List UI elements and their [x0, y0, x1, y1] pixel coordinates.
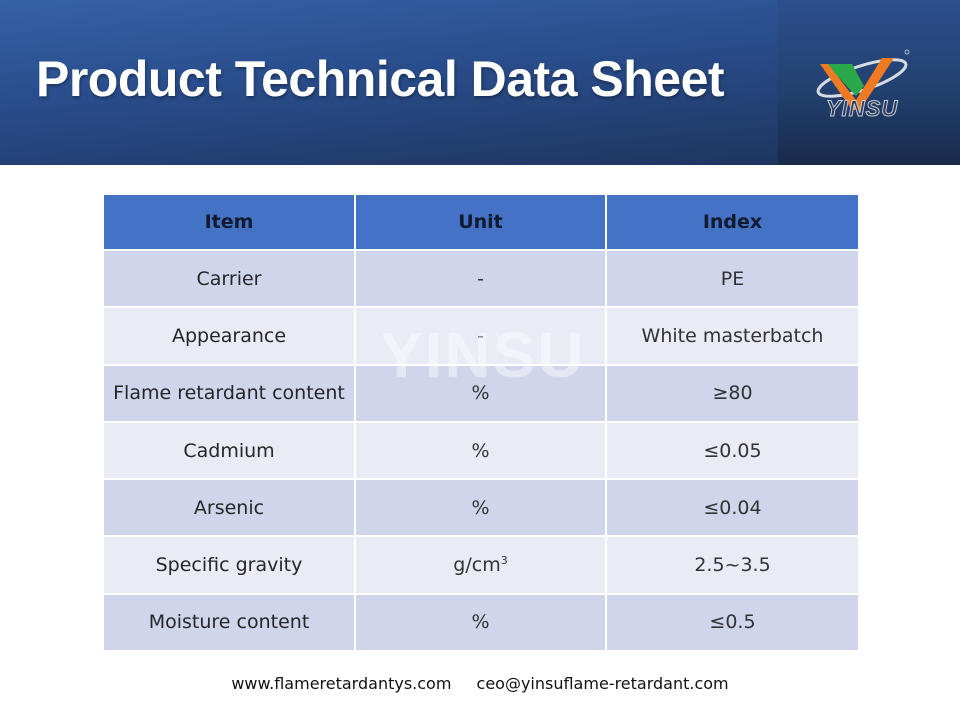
unit-base: g/cm	[453, 554, 501, 577]
logo-text: YINSU	[825, 96, 899, 122]
page-title: Product Technical Data Sheet	[36, 51, 725, 107]
index-cell: ≥80	[605, 363, 860, 423]
unit-cell: %	[354, 363, 607, 423]
unit-cell: g/cm3	[354, 535, 607, 595]
website-link[interactable]: www.flameretardantys.com	[231, 674, 451, 693]
index-cell: 2.5~3.5	[605, 535, 860, 595]
item-cell: Appearance	[102, 306, 356, 366]
email-link[interactable]: ceo@yinsuflame-retardant.com	[477, 674, 729, 693]
item-cell: Carrier	[102, 248, 356, 309]
table-header-row: Item Unit Index	[102, 193, 860, 251]
header-banner: Product Technical Data Sheet YINSU	[0, 0, 960, 165]
unit-cell: %	[354, 420, 607, 481]
column-header-unit: Unit	[354, 193, 607, 251]
table-row: Appearance - White masterbatch	[102, 306, 860, 366]
unit-cell: %	[354, 592, 607, 653]
unit-cell: -	[354, 248, 607, 309]
table-row: Arsenic % ≤0.04	[102, 478, 860, 538]
item-cell: Specific gravity	[102, 535, 356, 595]
unit-cell: %	[354, 478, 607, 538]
index-cell: ≤0.05	[605, 420, 860, 481]
table-row: Moisture content % ≤0.5	[102, 592, 860, 653]
item-cell: Flame retardant content	[102, 363, 356, 423]
table-row: Flame retardant content % ≥80	[102, 363, 860, 423]
table-row: Cadmium % ≤0.05	[102, 420, 860, 481]
column-header-item: Item	[102, 193, 356, 251]
index-cell: ≤0.5	[605, 592, 860, 653]
technical-data-table: Item Unit Index Carrier - PE Appearance …	[102, 193, 860, 653]
item-cell: Moisture content	[102, 592, 356, 653]
table-row: Specific gravity g/cm3 2.5~3.5	[102, 535, 860, 595]
column-header-index: Index	[605, 193, 860, 251]
item-cell: Cadmium	[102, 420, 356, 481]
item-cell: Arsenic	[102, 478, 356, 538]
table-row: Carrier - PE	[102, 248, 860, 309]
footer-contact: www.flameretardantys.com ceo@yinsuflame-…	[0, 674, 960, 693]
unit-superscript: 3	[500, 554, 508, 568]
index-cell: White masterbatch	[605, 306, 860, 366]
data-table-wrapper: Item Unit Index Carrier - PE Appearance …	[102, 193, 860, 653]
title-panel: Product Technical Data Sheet	[0, 0, 778, 165]
registered-mark-icon	[904, 49, 910, 55]
index-cell: PE	[605, 248, 860, 309]
index-cell: ≤0.04	[605, 478, 860, 538]
unit-cell: -	[354, 306, 607, 366]
